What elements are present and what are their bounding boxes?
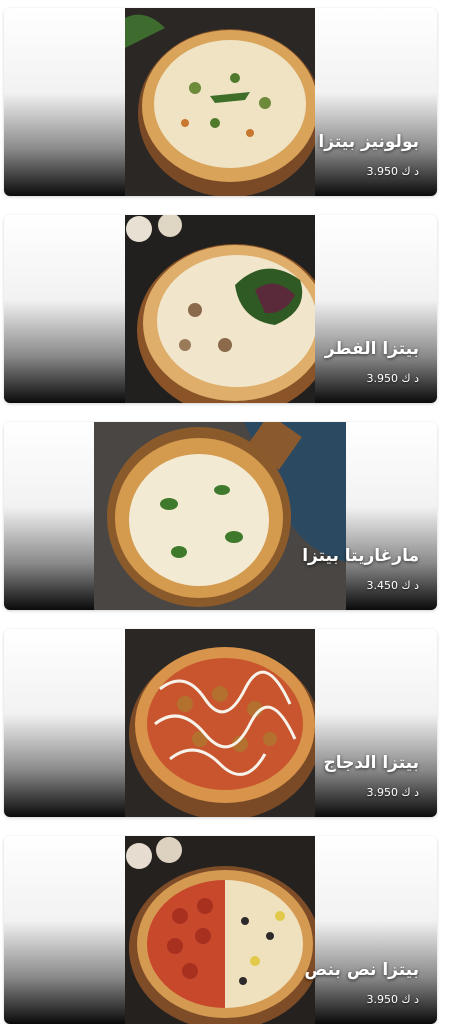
item-name: مارغاريتا بيتزا (302, 546, 419, 566)
item-price: 3.450 د ك (366, 579, 419, 592)
menu-item-card[interactable]: مارغاريتا بيتزا 3.450 د ك (4, 422, 437, 610)
menu-item-card[interactable]: بيتزا الفطر 3.950 د ك (4, 215, 437, 403)
pizza-photo (125, 836, 315, 1024)
item-name: بيتزا الفطر (324, 339, 419, 359)
menu-list: بولونيز بيتزا 3.950 د ك بيتزا الفطر 3.95… (0, 0, 452, 1024)
item-name: بيتزا الدجاج (323, 753, 419, 773)
item-price: 3.950 د ك (366, 786, 419, 799)
item-price: 3.950 د ك (366, 993, 419, 1006)
pizza-photo (94, 422, 346, 610)
item-name: بولونيز بيتزا (318, 132, 419, 152)
menu-item-card[interactable]: بيتزا نص بنص 3.950 د ك (4, 836, 437, 1024)
menu-item-card[interactable]: بولونيز بيتزا 3.950 د ك (4, 8, 437, 196)
pizza-photo (125, 8, 315, 196)
item-price: 3.950 د ك (366, 372, 419, 385)
item-price: 3.950 د ك (366, 165, 419, 178)
pizza-photo (125, 215, 315, 403)
pizza-photo (125, 629, 315, 817)
menu-item-card[interactable]: بيتزا الدجاج 3.950 د ك (4, 629, 437, 817)
item-name: بيتزا نص بنص (304, 960, 419, 980)
